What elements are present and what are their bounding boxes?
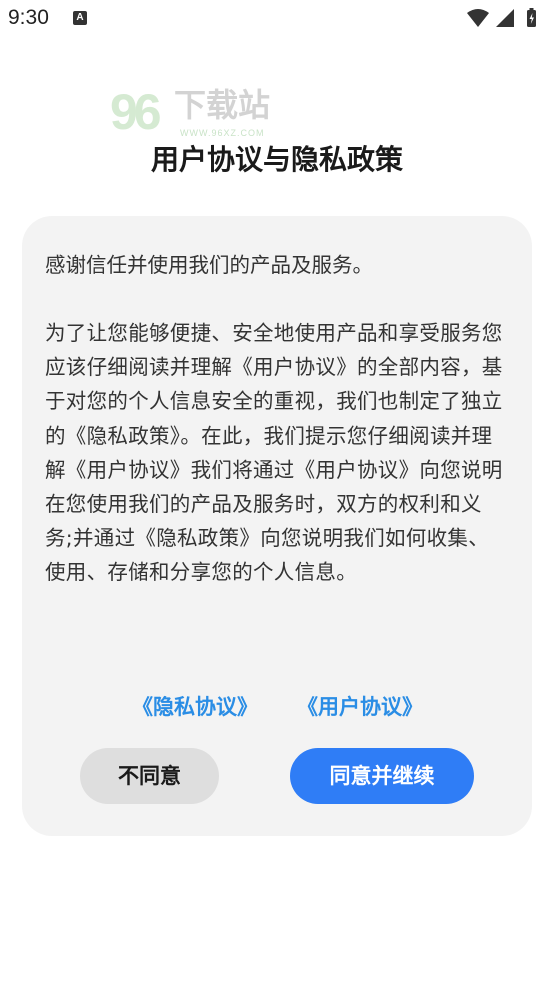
notification-app-icon: A	[73, 11, 87, 25]
wifi-icon	[467, 9, 489, 27]
disagree-button[interactable]: 不同意	[80, 748, 219, 804]
status-icons	[467, 8, 536, 27]
agreement-body-text: 为了让您能够便捷、安全地使用产品和享受服务您应该仔细阅读并理解《用户协议》的全部…	[45, 321, 503, 585]
status-bar: 9:30 A	[0, 0, 554, 40]
watermark-number: 96	[110, 84, 162, 140]
user-agreement-link[interactable]: 《用户协议》	[297, 692, 423, 722]
intro-text: 感谢信任并使用我们的产品及服务。	[45, 253, 373, 277]
agree-continue-button[interactable]: 同意并继续	[290, 748, 474, 804]
app-screen: 9:30 A 96 下载站 WWW.96XZ.COM 用户协议与隐私政策 感谢信…	[0, 0, 554, 986]
watermark-text: 下载站	[174, 86, 271, 124]
agreement-card: 感谢信任并使用我们的产品及服务。 为了让您能够便捷、安全地使用产品和享受服务您应…	[22, 216, 532, 836]
watermark-url: WWW.96XZ.COM	[180, 128, 265, 138]
status-time: 9:30	[8, 6, 49, 29]
battery-charging-icon	[527, 8, 536, 27]
signal-icon	[496, 9, 514, 27]
privacy-agreement-link[interactable]: 《隐私协议》	[132, 692, 258, 722]
watermark-logo: 96 下载站 WWW.96XZ.COM	[110, 84, 290, 146]
dialog-title: 用户协议与隐私政策	[150, 143, 403, 176]
